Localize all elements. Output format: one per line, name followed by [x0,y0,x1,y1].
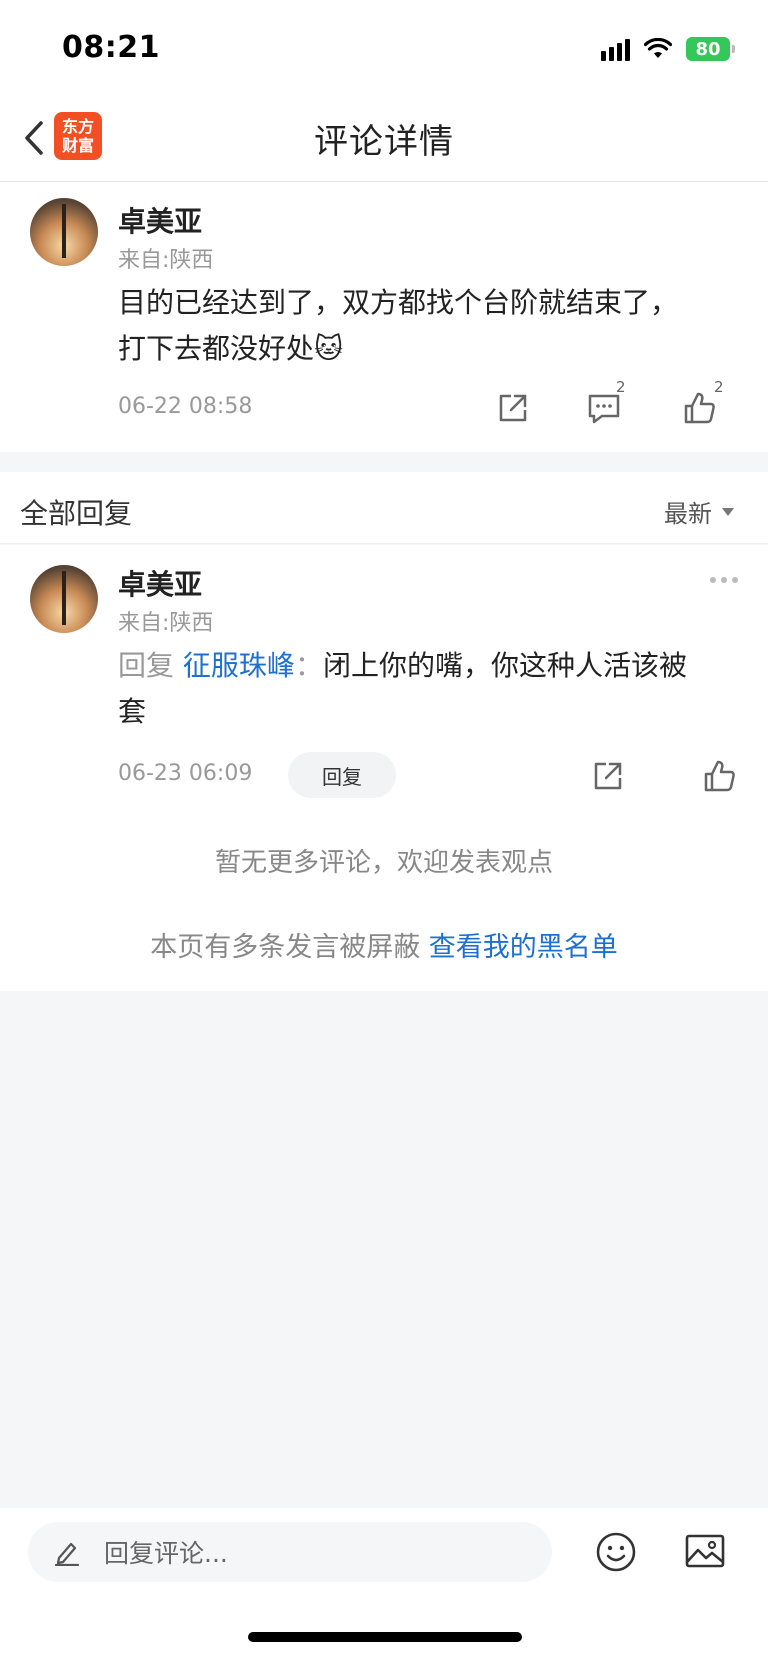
comment-time: 06-22 08:58 [118,394,253,419]
reply-item: 卓美亚 来自:陕西 回复 征服珠峰：闭上你的嘴，你这种人活该被 套 06-23 … [0,545,768,991]
image-icon[interactable] [684,1532,726,1570]
reply-input[interactable]: 回复评论... [28,1522,552,1582]
reply-text: 回复 征服珠峰：闭上你的嘴，你这种人活该被 套 [118,643,738,735]
reply-line-2: 套 [118,695,147,728]
reply-prefix: 回复 [118,649,175,682]
username[interactable]: 卓美亚 [118,563,202,603]
location-text: 来自:陕西 [118,611,214,636]
more-icon[interactable] [710,577,738,583]
reply-input-placeholder: 回复评论... [104,1539,228,1568]
page: 08:21 80 东方 财富 评论详情 卓美亚 来自:陕西 目的已经达到了，双方… [0,0,768,1663]
reply-content-1: 闭上你的嘴，你这种人活该被 [322,649,687,682]
main-comment: 卓美亚 来自:陕西 目的已经达到了，双方都找个台阶就结束了， 打下去都没好处🐱 … [0,182,768,452]
reply-line-1: 回复 征服珠峰：闭上你的嘴，你这种人活该被 [118,643,738,689]
battery-icon: 80 [686,37,735,61]
status-icons: 80 [601,34,735,64]
home-indicator [248,1632,522,1642]
reply-colon: ： [294,649,323,682]
thumbs-up-icon[interactable] [700,756,740,796]
avatar[interactable] [30,565,98,633]
cellular-signal-icon [601,37,630,61]
username[interactable]: 卓美亚 [118,200,202,240]
comment-count: 2 [616,378,626,396]
status-bar: 08:21 80 [0,0,768,96]
share-icon[interactable] [493,388,533,428]
replies-title: 全部回复 [20,497,133,530]
pencil-icon [54,1542,80,1566]
sort-dropdown[interactable]: 最新 [664,494,734,529]
sort-label: 最新 [664,500,712,528]
reply-time: 06-23 06:09 [118,761,253,786]
reply-button[interactable]: 回复 [288,752,396,798]
chevron-down-icon [722,507,734,516]
page-title: 评论详情 [314,122,454,162]
wifi-icon [644,38,672,58]
avatar[interactable] [30,198,98,266]
location-text: 来自:陕西 [118,248,214,273]
emoji-icon[interactable] [594,1530,638,1574]
status-time: 08:21 [62,30,160,65]
blocked-text: 本页有多条发言被屏蔽 [150,932,421,963]
no-more-comments-text: 暂无更多评论，欢迎发表观点 [214,848,553,878]
blacklist-link[interactable]: 查看我的黑名单 [429,932,618,963]
comment-line-2: 打下去都没好处🐱 [118,332,344,365]
reply-target-link[interactable]: 征服珠峰 [183,649,295,682]
replies-header: 全部回复 最新 [0,472,768,544]
share-icon[interactable] [588,756,628,796]
comment-text: 目的已经达到了，双方都找个台阶就结束了， 打下去都没好处🐱 [118,280,678,372]
like-count: 2 [714,378,724,396]
blocked-notice: 本页有多条发言被屏蔽 查看我的黑名单 [0,925,768,964]
comment-line-1: 目的已经达到了，双方都找个台阶就结束了， [118,286,679,319]
nav-bar: 东方 财富 评论详情 [0,96,768,182]
